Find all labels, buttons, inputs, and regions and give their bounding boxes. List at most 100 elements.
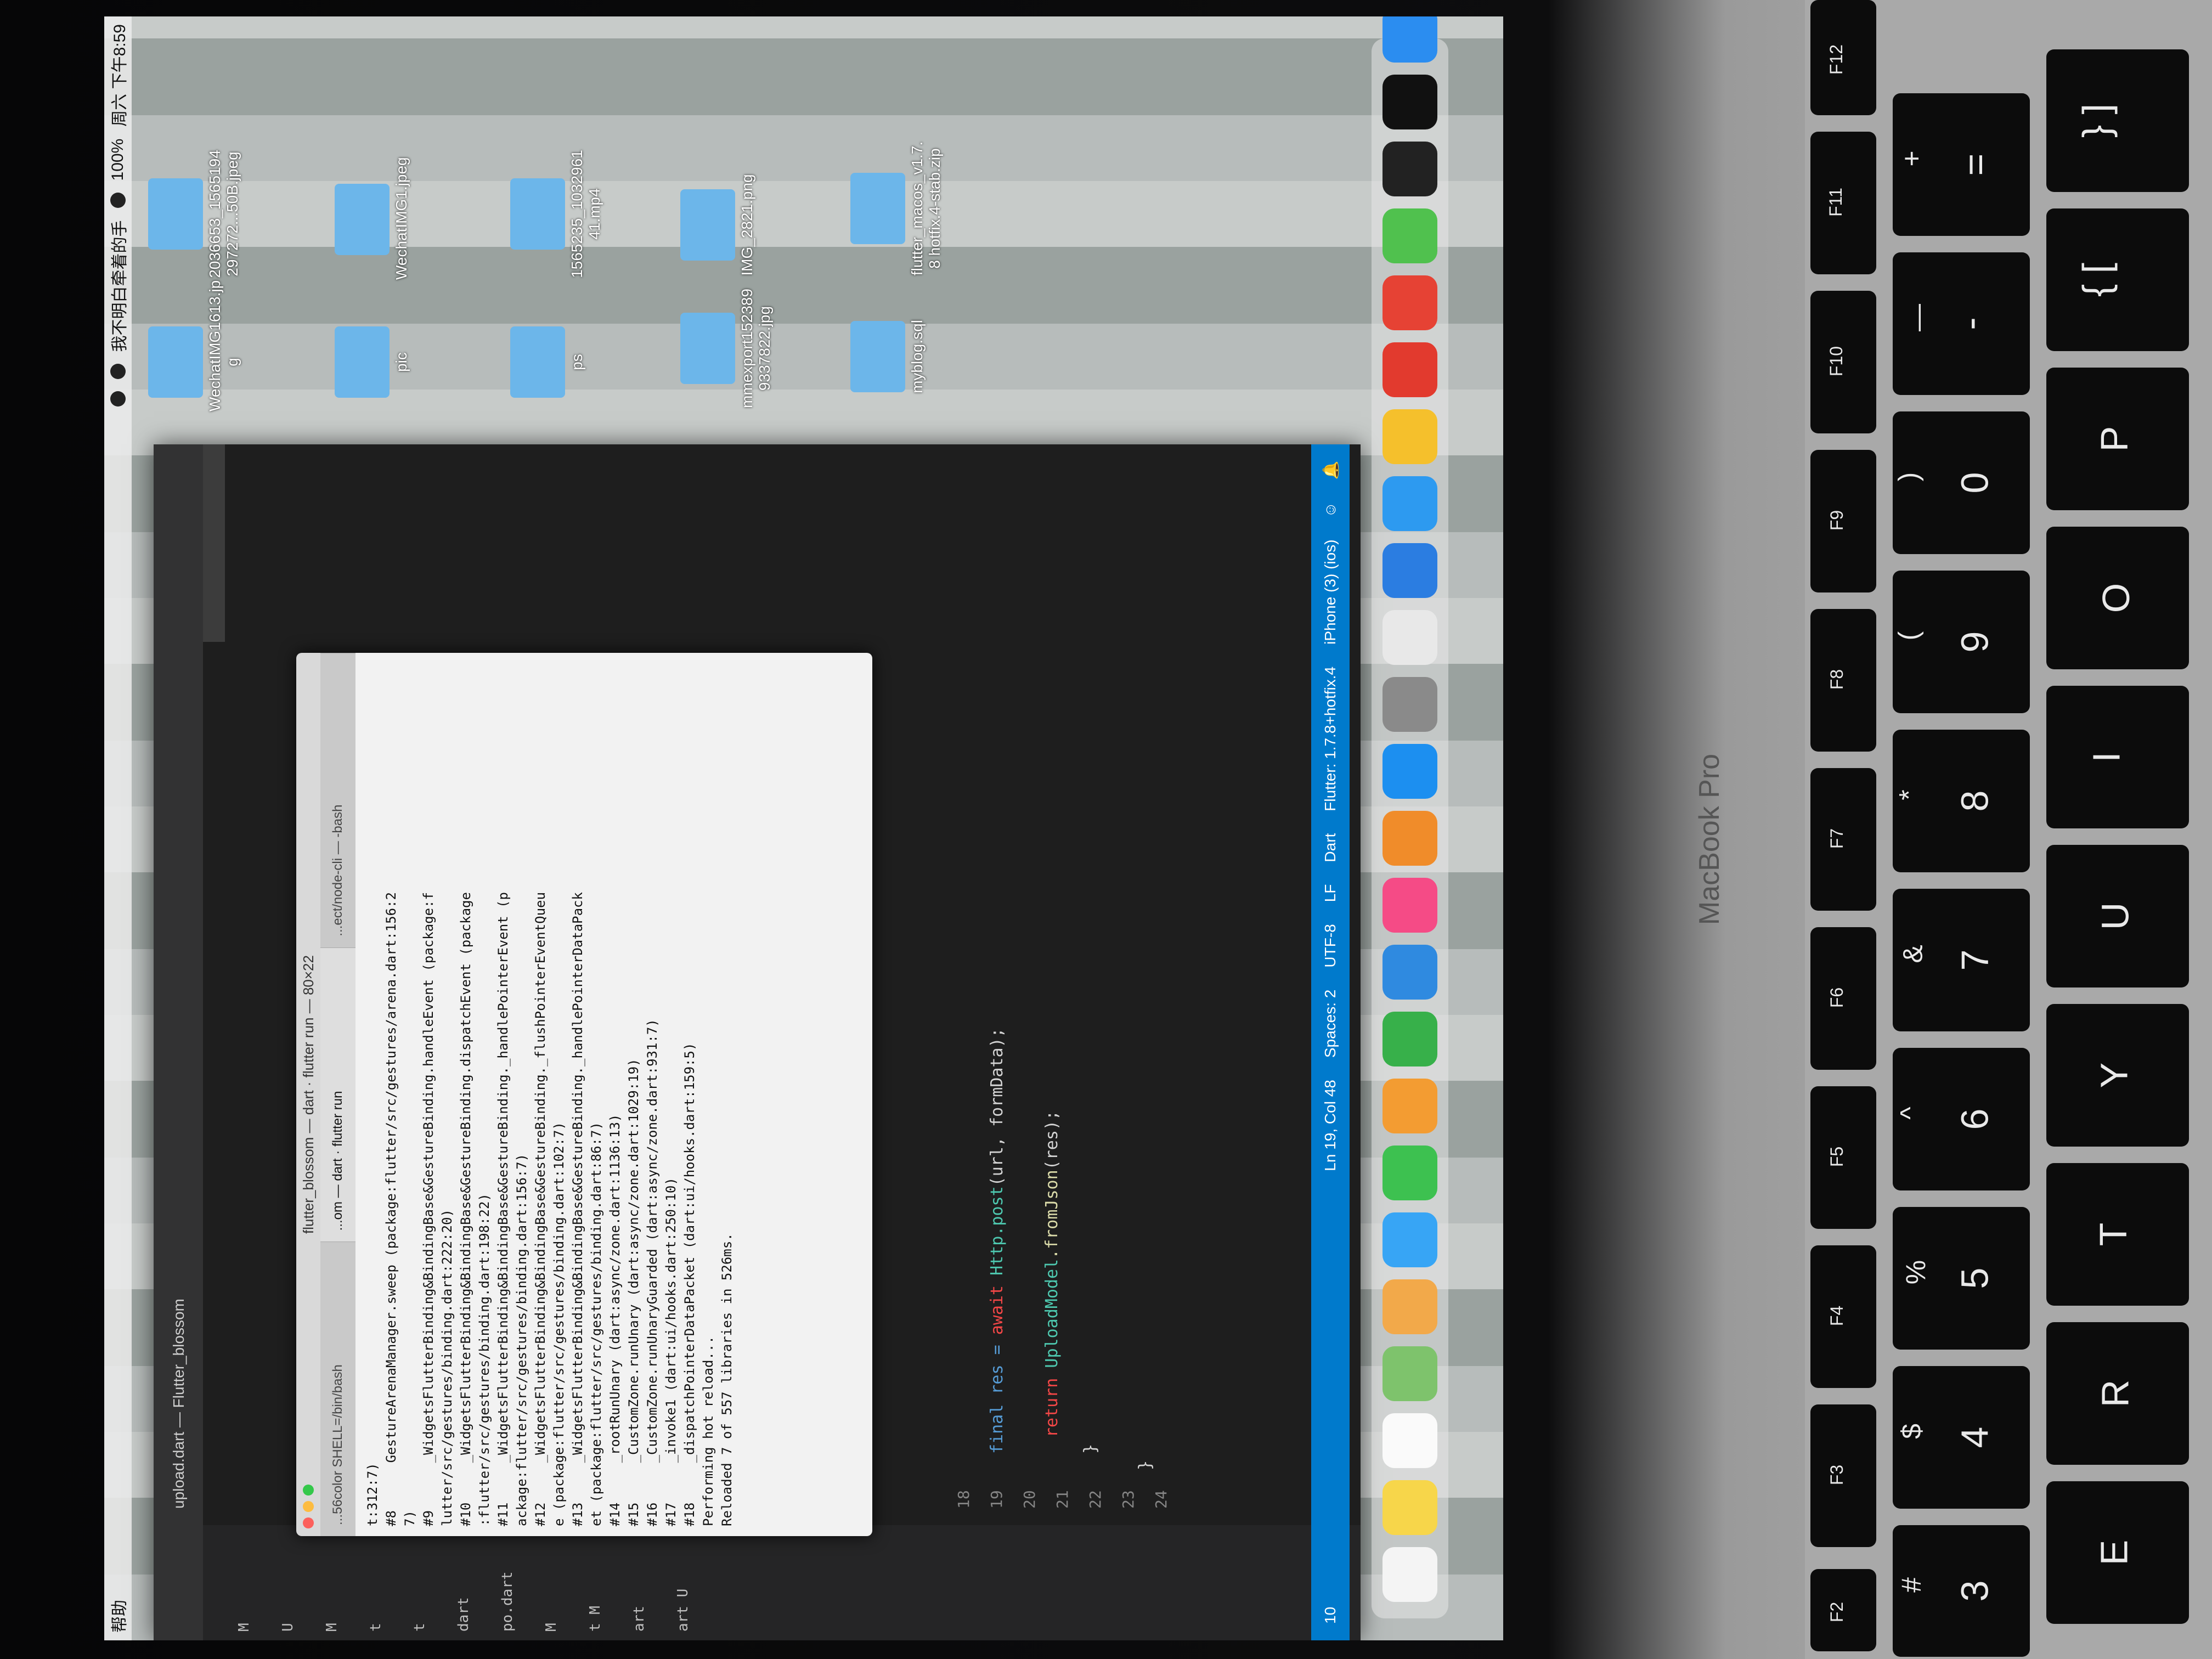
smiley-icon[interactable]: ☺ [1322, 502, 1339, 518]
key-p[interactable]: P [2046, 368, 2189, 510]
key-6[interactable]: 6 ^ [1893, 1048, 2030, 1190]
explorer-item[interactable]: art U [675, 1589, 691, 1632]
key-4[interactable]: 4 $ [1893, 1366, 2030, 1509]
key-e[interactable]: E [2046, 1481, 2189, 1624]
key-o[interactable]: O [2046, 527, 2189, 669]
key-f10[interactable]: F10 [1810, 291, 1876, 433]
chrome-icon[interactable] [1383, 610, 1437, 665]
explorer-item[interactable]: t [368, 1623, 384, 1632]
desktop-file[interactable]: flutter_macos_v1.7. 8 hotfix.4-stab.zip [850, 137, 944, 280]
explorer-item[interactable]: M [324, 1623, 340, 1632]
cursor-position[interactable]: Ln 19, Col 48 [1322, 1080, 1339, 1171]
qq-icon[interactable] [1383, 142, 1437, 196]
minimize-icon[interactable] [303, 1501, 314, 1512]
explorer-item[interactable]: U [280, 1623, 296, 1632]
line-ending[interactable]: LF [1322, 884, 1339, 902]
key-i[interactable]: I [2046, 686, 2189, 828]
wifi-icon[interactable] [110, 193, 126, 208]
terminal-tab[interactable]: ...56color SHELL=/bin/bash [320, 1242, 356, 1536]
key-8[interactable]: 8 * [1893, 730, 2030, 872]
notes-icon[interactable] [1383, 1480, 1437, 1535]
key-f6[interactable]: F6 [1810, 927, 1876, 1070]
key-equals[interactable]: = + [1893, 93, 2030, 236]
key-9[interactable]: 9( [1893, 571, 2030, 713]
key-right-bracket[interactable]: } ] [2046, 49, 2189, 192]
battery-percent[interactable]: 100% [109, 139, 127, 181]
app-store-icon[interactable] [1383, 744, 1437, 799]
target-device[interactable]: iPhone (3) (ios) [1322, 539, 1339, 644]
flutter-version[interactable]: Flutter: 1.7.8+hotfix.4 [1322, 667, 1339, 811]
key-t[interactable]: T [2046, 1163, 2189, 1306]
facetime-icon[interactable] [1383, 1146, 1437, 1200]
vscode-icon[interactable] [1383, 409, 1437, 464]
keynote-icon[interactable] [1383, 945, 1437, 1000]
pages-icon[interactable] [1383, 1079, 1437, 1133]
indent-setting[interactable]: Spaces: 2 [1322, 990, 1339, 1058]
bell-icon[interactable]: 🔔 [1322, 461, 1340, 480]
netease-music-icon[interactable] [1383, 342, 1437, 397]
key-0[interactable]: 0) [1893, 411, 2030, 554]
key-f11[interactable]: F11 [1810, 132, 1876, 274]
dingtalk-icon[interactable] [1383, 16, 1437, 63]
explorer-item[interactable]: art [631, 1606, 647, 1632]
reminders-icon[interactable] [1383, 1413, 1437, 1468]
wechat-menu-icon[interactable] [110, 391, 126, 407]
terminal-output[interactable]: t:312:7) #8 GestureArenaManager.sweep (p… [356, 653, 872, 1536]
itunes-icon[interactable] [1383, 878, 1437, 933]
key-r[interactable]: R [2046, 1322, 2189, 1465]
explorer-item[interactable]: dart [455, 1597, 472, 1632]
desktop-file[interactable]: WechatIMG1.jpeg [335, 157, 410, 280]
qq-menu-icon[interactable] [110, 364, 126, 380]
terminal-icon[interactable] [1383, 75, 1437, 129]
menu-help[interactable]: 帮助 [106, 1600, 130, 1633]
numbers-icon[interactable] [1383, 1012, 1437, 1066]
key-u[interactable]: U [2046, 845, 2189, 988]
desktop-file[interactable]: myblog.sql [850, 302, 926, 411]
key-f2[interactable]: F2 [1810, 1569, 1876, 1651]
rocket-icon[interactable] [1383, 543, 1437, 598]
desktop-file[interactable]: 1565235_1032961 41.mp4 [510, 148, 603, 280]
close-icon[interactable] [303, 1517, 314, 1528]
now-playing-song[interactable]: 我不明白牵着的手 [106, 220, 130, 352]
qq-browser-icon[interactable] [1383, 476, 1437, 531]
key-f9[interactable]: F9 [1810, 450, 1876, 592]
key-7[interactable]: 7 & [1893, 889, 2030, 1031]
photos-icon[interactable] [1383, 1279, 1437, 1334]
error-count[interactable]: 10 [1322, 1607, 1339, 1624]
desktop-file[interactable]: ps [510, 313, 586, 411]
key-5[interactable]: 5% [1893, 1207, 2030, 1350]
explorer-item[interactable]: M [543, 1623, 560, 1632]
key-f5[interactable]: F5 [1810, 1086, 1876, 1229]
desktop-file[interactable]: 2036653_1565194 297272...50B.jpeg [148, 148, 241, 280]
system-preferences-icon[interactable] [1383, 677, 1437, 732]
key-left-bracket[interactable]: { [ [2046, 208, 2189, 351]
file-encoding[interactable]: UTF-8 [1322, 924, 1339, 967]
messages-icon[interactable] [1383, 1212, 1437, 1267]
desktop-file[interactable]: IMG_2821.png [680, 170, 756, 280]
maps-icon[interactable] [1383, 1346, 1437, 1401]
key-3[interactable]: 3 # [1893, 1525, 2030, 1657]
desktop-file[interactable]: mmexport152389 9337822.jpg [680, 285, 774, 411]
explorer-item[interactable]: M [236, 1623, 252, 1632]
calendar-icon[interactable] [1383, 1547, 1437, 1602]
desktop-file[interactable]: WechatIMG1613.jp g [148, 280, 241, 411]
key-f3[interactable]: F3 [1810, 1404, 1876, 1547]
editor-scrollbar[interactable] [203, 444, 225, 642]
key-f4[interactable]: F4 [1810, 1245, 1876, 1388]
menu-clock[interactable]: 周六 下午8:59 [106, 24, 130, 127]
terminal-tab[interactable]: ...ect/node-cli — -bash [320, 653, 356, 947]
key-f7[interactable]: F7 [1810, 768, 1876, 911]
terminal-tab[interactable]: ...om — dart · flutter run [320, 947, 356, 1242]
explorer-item[interactable]: t [411, 1623, 428, 1632]
maximize-icon[interactable] [303, 1485, 314, 1496]
key-y[interactable]: Y [2046, 1004, 2189, 1147]
key-f12[interactable]: F12 [1810, 0, 1876, 115]
wechat-icon[interactable] [1383, 208, 1437, 263]
language-mode[interactable]: Dart [1322, 833, 1339, 862]
netease-icon[interactable] [1383, 275, 1437, 330]
key-minus[interactable]: - — [1893, 252, 2030, 395]
desktop-file[interactable]: pic [335, 313, 410, 411]
key-f8[interactable]: F8 [1810, 609, 1876, 752]
explorer-item[interactable]: po.dart [499, 1571, 516, 1632]
books-icon[interactable] [1383, 811, 1437, 866]
